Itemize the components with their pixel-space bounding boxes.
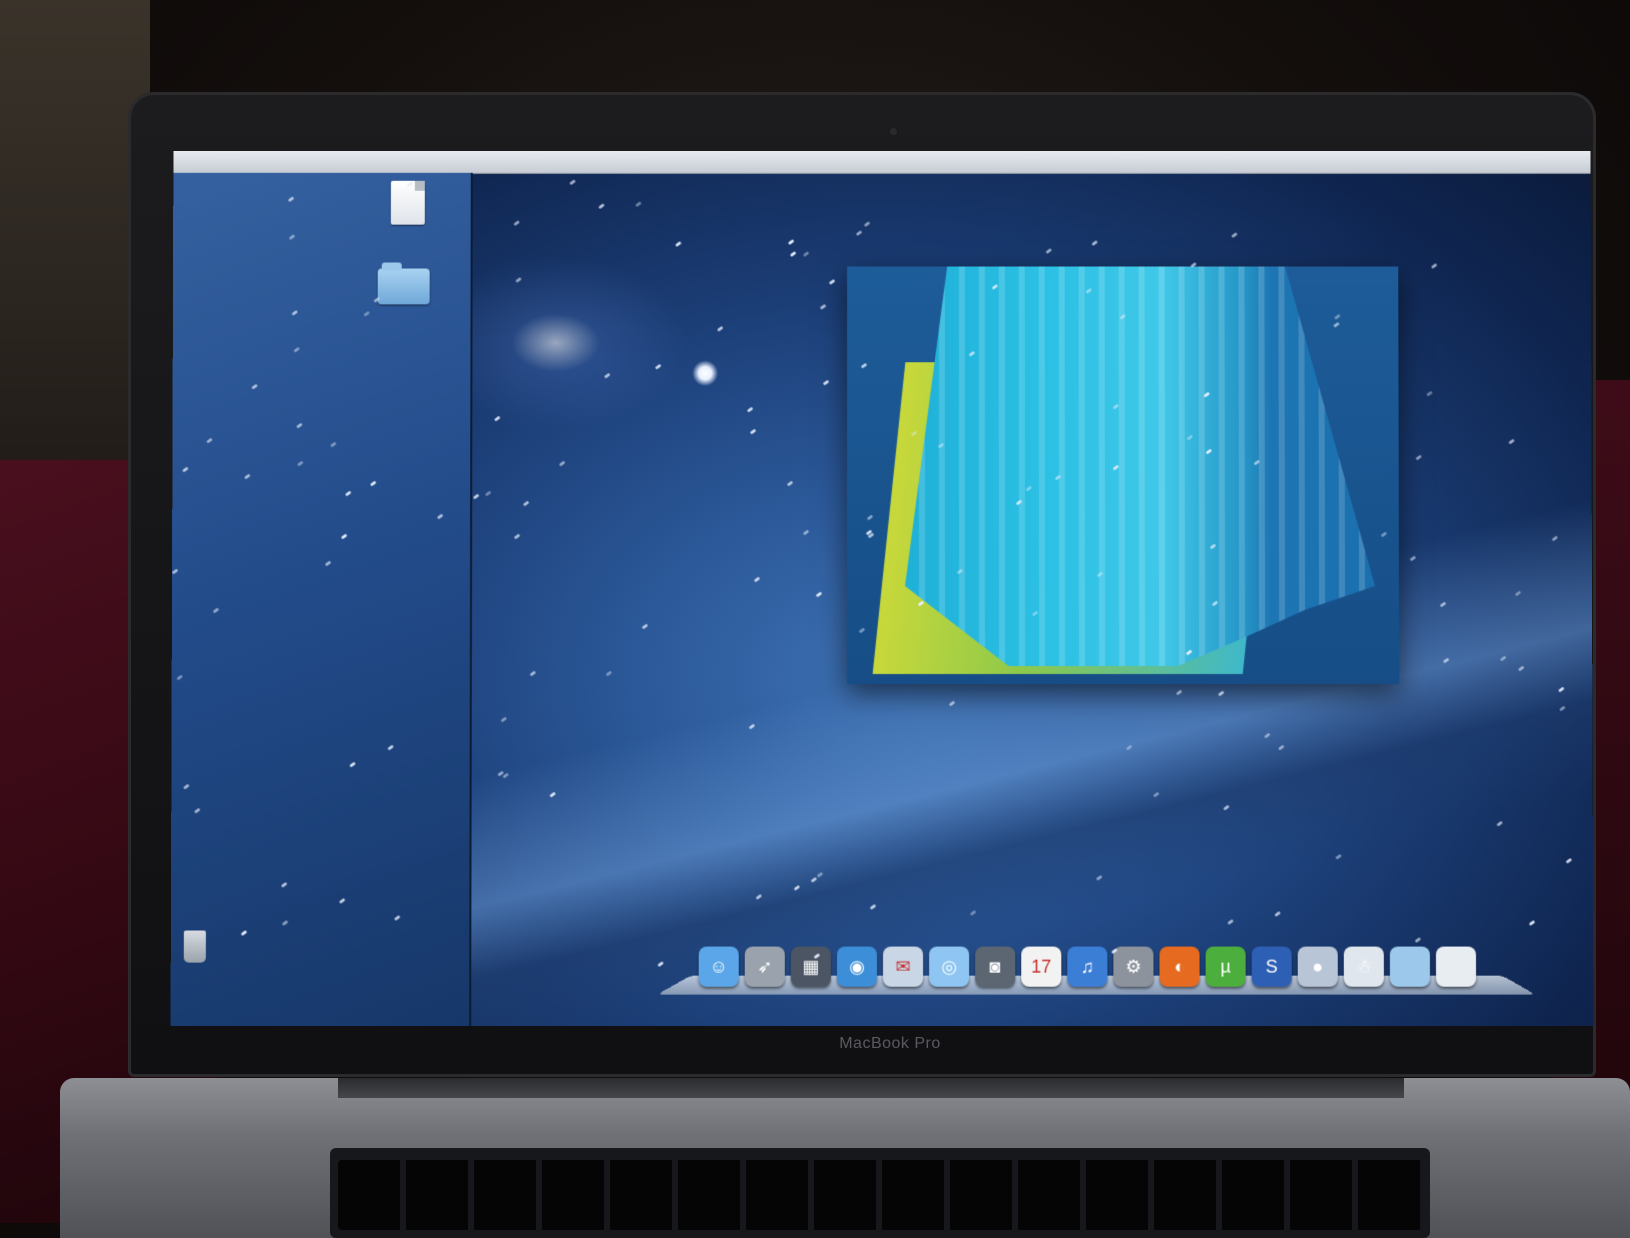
wallpaper-star-speck (1274, 911, 1281, 917)
wallpaper-star-speck (529, 670, 537, 677)
wallpaper-star-speck (654, 363, 662, 370)
wallpaper-star-speck (675, 241, 682, 248)
dock-item-system-preferences[interactable]: ⚙ (1113, 946, 1154, 987)
desktop-folder[interactable] (369, 268, 439, 309)
brand-label: MacBook Pro (839, 1035, 941, 1052)
wallpaper-star-speck (855, 230, 863, 237)
trash[interactable] (175, 930, 215, 963)
wallpaper-star-speck (598, 203, 605, 210)
wallpaper-star-speck (787, 239, 795, 246)
wallpaper-star (692, 360, 719, 387)
wallpaper-star-speck (822, 379, 830, 386)
wallpaper-star-speck (1227, 919, 1234, 925)
dock-item-downloads[interactable] (1389, 946, 1431, 987)
wallpaper-star-speck (786, 480, 794, 487)
dock-item-app-1[interactable]: ● (1297, 946, 1338, 987)
penguin-icon: ☃ (1355, 956, 1372, 977)
wallpaper-star-speck (1091, 240, 1098, 247)
dock-item-launchpad[interactable]: ➶ (744, 946, 785, 987)
wallpaper-star-speck (815, 591, 823, 598)
dock-item-facetime[interactable]: ◙ (975, 946, 1016, 987)
wallpaper-star-speck (569, 179, 576, 186)
laptop-screen: ☺ ➶ ▦ ◉ ✉ ◎ ◙ 17 ♫ ⚙ ◐ µ S ● ☃ (170, 150, 1594, 1026)
wallpaper-star-speck (1426, 390, 1433, 397)
wallpaper-star-speck (513, 220, 520, 227)
dock-item-documents[interactable] (1435, 946, 1477, 987)
wallpaper-star-speck (472, 493, 480, 500)
wallpaper-star-speck (1231, 232, 1238, 239)
music-icon: ♫ (1080, 956, 1095, 977)
wallpaper-star-speck (1045, 248, 1053, 255)
wallpaper-star-speck (789, 251, 797, 257)
dock-items: ☺ ➶ ▦ ◉ ✉ ◎ ◙ 17 ♫ ⚙ ◐ µ S ● ☃ (698, 931, 1498, 987)
stamp-icon: ✉ (895, 956, 911, 977)
wallpaper-star-speck (641, 623, 649, 630)
camera-icon (890, 128, 897, 135)
wallpaper-star-speck (635, 201, 642, 208)
wallpaper-star-speck (522, 500, 530, 507)
wallpaper-star-speck (484, 490, 492, 497)
dock-item-itunes[interactable]: ♫ (1067, 946, 1108, 987)
dock-item-firefox[interactable]: ◐ (1159, 946, 1200, 987)
wallpaper-star-speck (1508, 438, 1515, 445)
dock: ☺ ➶ ▦ ◉ ✉ ◎ ◙ 17 ♫ ⚙ ◐ µ S ● ☃ (657, 931, 1536, 997)
preview-window[interactable] (846, 266, 1400, 685)
document-icon (1436, 947, 1476, 987)
dock-item-safari[interactable]: ◎ (929, 946, 970, 987)
desktop-file[interactable] (373, 180, 443, 229)
folder-icon (1390, 947, 1430, 987)
wallpaper-star-speck (493, 415, 501, 422)
wallpaper-star-speck (746, 406, 754, 413)
wallpaper-star-speck (749, 428, 757, 435)
trash-icon (183, 930, 206, 963)
wallpaper-star-speck (716, 325, 724, 332)
disc-icon: ● (1312, 956, 1324, 977)
wallpaper-star-speck (603, 372, 611, 379)
wallpaper-star-speck (605, 670, 613, 677)
dock-item-finder[interactable]: ☺ (698, 946, 739, 987)
wallpaper-star-speck (828, 279, 836, 285)
wallpaper-star-speck (863, 221, 871, 228)
wallpaper-star-speck (500, 716, 508, 723)
compass-icon: ◎ (941, 956, 957, 977)
app-icon: S (1265, 956, 1278, 977)
wallpaper-star-speck (1335, 853, 1342, 860)
finder-icon: ☺ (709, 956, 728, 977)
folder-icon (377, 268, 430, 305)
wallpaper-star-speck (1496, 820, 1503, 827)
dock-item-mail[interactable]: ✉ (883, 946, 924, 987)
document-icon (390, 180, 425, 225)
wallpaper-star-speck (1430, 263, 1438, 269)
wallpaper-star-speck (1565, 857, 1573, 864)
wallpaper-star-speck (558, 460, 566, 467)
dock-item-calendar[interactable]: 17 (1021, 946, 1062, 987)
dock-item-utorrent[interactable]: µ (1205, 946, 1246, 987)
firefox-icon: ◐ (1174, 956, 1185, 977)
wallpaper-star-speck (1528, 920, 1536, 926)
preview-sheet-front (905, 267, 1375, 667)
wallpaper-star-speck (753, 576, 761, 583)
menu-bar (173, 150, 1591, 174)
wallpaper-star-speck (802, 251, 810, 257)
dock-item-app-2[interactable]: ☃ (1343, 946, 1384, 987)
mission-control-icon: ▦ (802, 956, 820, 977)
dock-item-photoshop-like[interactable]: S (1251, 946, 1292, 987)
keyboard (330, 1148, 1430, 1238)
dock-item-app-store-like[interactable]: ◉ (836, 946, 877, 987)
gear-icon: ⚙ (1125, 956, 1142, 977)
dock-item-mission-control[interactable]: ▦ (790, 946, 831, 987)
globe-icon: ◉ (849, 956, 865, 977)
camera-icon: ◙ (989, 956, 1001, 977)
wallpaper-star-speck (819, 303, 827, 310)
wallpaper-star-speck (513, 533, 521, 540)
wallpaper-star-speck (1415, 454, 1422, 461)
wallpaper-star-speck (802, 529, 810, 536)
laptop-hinge (338, 1078, 1404, 1098)
rocket-icon: ➶ (757, 956, 773, 977)
calendar-icon: 17 (1031, 956, 1052, 977)
desktop-left-panel (170, 172, 473, 1026)
keyboard-keys (338, 1160, 1422, 1230)
wallpaper-star-speck (515, 277, 522, 283)
torrent-icon: µ (1220, 956, 1231, 977)
